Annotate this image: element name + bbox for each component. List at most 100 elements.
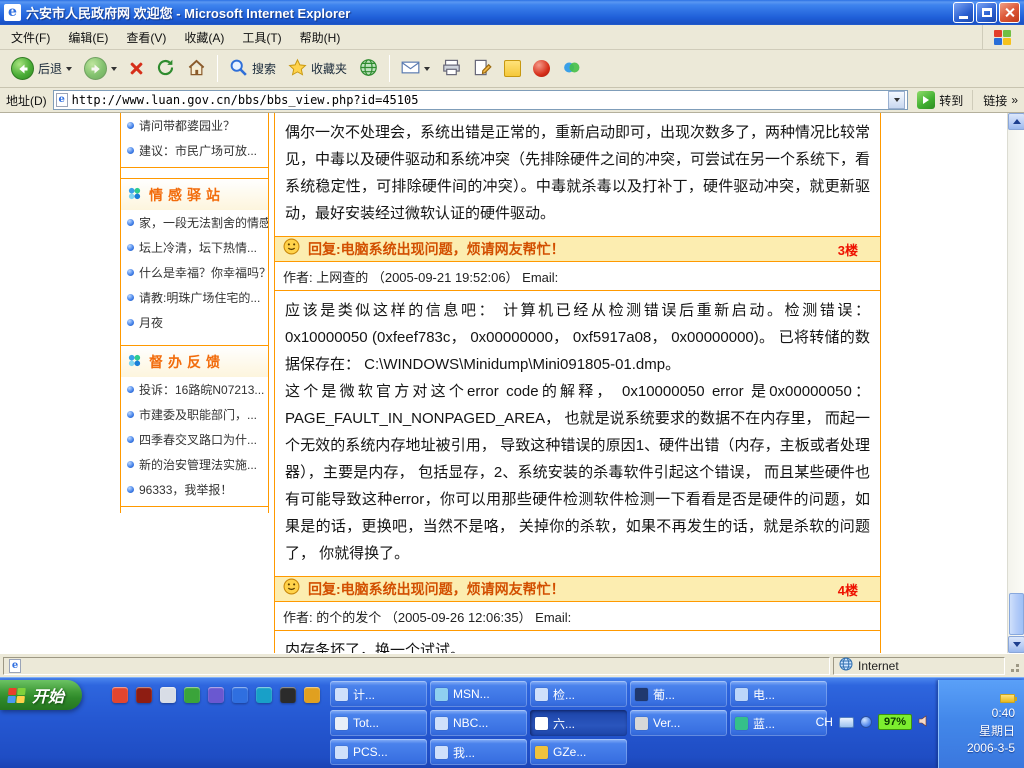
- taskbar-button[interactable]: 蓝...: [730, 710, 827, 736]
- search-button[interactable]: 搜索: [224, 55, 281, 83]
- links-chevron[interactable]: »: [1011, 93, 1018, 107]
- scroll-down-button[interactable]: [1008, 636, 1024, 653]
- maximize-button[interactable]: [976, 2, 997, 23]
- taskbar-button[interactable]: Ver...: [630, 710, 727, 736]
- go-button[interactable]: 转到: [914, 90, 966, 110]
- refresh-icon: [156, 58, 175, 80]
- favorites-button[interactable]: 收藏夹: [283, 55, 352, 83]
- quicklaunch-icon[interactable]: [160, 687, 176, 703]
- messenger-button[interactable]: [557, 55, 586, 83]
- taskbar-button[interactable]: 计...: [330, 681, 427, 707]
- taskbar-button[interactable]: 检...: [530, 681, 627, 707]
- quicklaunch-icon[interactable]: [280, 687, 296, 703]
- taskbar-button[interactable]: 葡...: [630, 681, 727, 707]
- clock-panel[interactable]: 0:40 星期日 2006-3-5: [938, 680, 1024, 768]
- bullet-icon: [127, 436, 134, 443]
- quicklaunch-icon[interactable]: [256, 687, 272, 703]
- start-label: 开始: [32, 683, 64, 707]
- sidebar-link[interactable]: 家，一段无法割舍的情感: [121, 210, 268, 235]
- taskbar: 开始 计... MSN... 检... 葡... 电... Tot... NBC…: [0, 677, 1024, 768]
- sidebar-link[interactable]: 建议：市民广场可放...: [121, 138, 268, 163]
- resize-grip[interactable]: [1008, 658, 1021, 674]
- tray-status-icon[interactable]: [860, 716, 872, 728]
- status-bar: Internet: [0, 653, 1024, 677]
- mail-dropdown-caret[interactable]: [424, 67, 430, 71]
- sidebar-link[interactable]: 请问带都婆园业？: [121, 113, 268, 138]
- quicklaunch-icon[interactable]: [112, 687, 128, 703]
- vertical-scrollbar[interactable]: [1007, 113, 1024, 653]
- taskbar-button[interactable]: MSN...: [430, 681, 527, 707]
- windows-start-logo-icon: [7, 688, 26, 703]
- reply-author-line: 作者: 的个的发个 （2005-09-26 12:06:35） Email:: [275, 602, 880, 631]
- task-label: Ver...: [653, 716, 680, 730]
- quicklaunch-icon[interactable]: [232, 687, 248, 703]
- menu-view[interactable]: 查看(V): [117, 25, 175, 50]
- taskbar-button[interactable]: 电...: [730, 681, 827, 707]
- quicklaunch-icon[interactable]: [136, 687, 152, 703]
- sidebar-link[interactable]: 什么是幸福？你幸福吗？: [121, 260, 268, 285]
- scroll-thumb[interactable]: [1009, 593, 1024, 635]
- menu-file[interactable]: 文件(F): [2, 25, 59, 50]
- battery-level-badge[interactable]: 97%: [878, 714, 912, 730]
- forward-button[interactable]: [79, 54, 122, 83]
- taskbar-button[interactable]: 我...: [430, 739, 527, 765]
- sidebar-divider: [121, 506, 268, 507]
- back-button[interactable]: 后退: [6, 54, 77, 83]
- home-button[interactable]: [182, 55, 211, 83]
- volume-icon[interactable]: [918, 715, 930, 730]
- sidebar-link[interactable]: 新的治安管理法实施...: [121, 452, 268, 477]
- power-icon: [1000, 694, 1015, 703]
- menu-help[interactable]: 帮助(H): [291, 25, 350, 50]
- print-button[interactable]: [437, 55, 466, 83]
- menu-favorites[interactable]: 收藏(A): [175, 25, 233, 50]
- language-indicator[interactable]: CH: [816, 715, 833, 729]
- edit-button[interactable]: [468, 55, 497, 83]
- minimize-button[interactable]: [953, 2, 974, 23]
- reply-header: 回复:电脑系统出现问题，烦请网友帮忙！ 4楼: [275, 576, 880, 602]
- sidebar-link[interactable]: 月夜: [121, 310, 268, 335]
- links-bar[interactable]: 链接 »: [972, 90, 1018, 110]
- notes-button[interactable]: [499, 57, 526, 80]
- links-label: 链接: [983, 92, 1007, 109]
- sidebar-link[interactable]: 96333，我举报！: [121, 477, 268, 502]
- mail-button[interactable]: [396, 55, 435, 83]
- quicklaunch-icon[interactable]: [184, 687, 200, 703]
- sidebar-link[interactable]: 投诉：16路皖N07213...: [121, 377, 268, 402]
- sidebar-section-emotion: 情感驿站: [121, 178, 268, 210]
- taskbar-button[interactable]: Tot...: [330, 710, 427, 736]
- internet-globe-icon: [839, 657, 853, 674]
- section-title: 情感驿站: [149, 185, 225, 205]
- search-label: 搜索: [252, 60, 276, 77]
- forward-dropdown-caret[interactable]: [111, 67, 117, 71]
- taskbar-button-active[interactable]: 六...: [530, 710, 627, 736]
- quicklaunch-icon[interactable]: [304, 687, 320, 703]
- quicklaunch-icon[interactable]: [208, 687, 224, 703]
- taskbar-button[interactable]: PCS...: [330, 739, 427, 765]
- sidebar-link[interactable]: 请教:明珠广场住宅的...: [121, 285, 268, 310]
- close-button[interactable]: [999, 2, 1020, 23]
- stop-button[interactable]: [124, 58, 149, 79]
- refresh-button[interactable]: [151, 55, 180, 83]
- sidebar-link[interactable]: 四季春交叉路口为什...: [121, 427, 268, 452]
- menu-edit[interactable]: 编辑(E): [59, 25, 117, 50]
- window-icon: [435, 717, 448, 730]
- sidebar-link[interactable]: 市建委及职能部门，...: [121, 402, 268, 427]
- toolbar-separator: [217, 55, 218, 82]
- start-button[interactable]: 开始: [0, 680, 82, 710]
- bullet-icon: [127, 122, 134, 129]
- sidebar-link[interactable]: 坛上冷清，坛下热情...: [121, 235, 268, 260]
- scroll-up-button[interactable]: [1008, 113, 1024, 130]
- history-button[interactable]: [354, 55, 383, 83]
- keyboard-icon[interactable]: [839, 717, 854, 728]
- address-input[interactable]: http://www.luan.gov.cn/bbs/bbs_view.php?…: [53, 90, 909, 110]
- forum-sidebar: 请问带都婆园业？ 建议：市民广场可放... 情感驿站 家，一段无法割舍的情感 坛…: [120, 113, 269, 513]
- taskbar-button[interactable]: GZe...: [530, 739, 627, 765]
- forward-icon: [84, 57, 107, 80]
- address-dropdown-button[interactable]: [888, 91, 905, 109]
- menu-tools[interactable]: 工具(T): [233, 25, 290, 50]
- edit-icon: [473, 58, 492, 80]
- back-dropdown-caret[interactable]: [66, 67, 72, 71]
- qq-button[interactable]: [528, 57, 555, 80]
- messenger-icon: [562, 58, 581, 80]
- taskbar-button[interactable]: NBC...: [430, 710, 527, 736]
